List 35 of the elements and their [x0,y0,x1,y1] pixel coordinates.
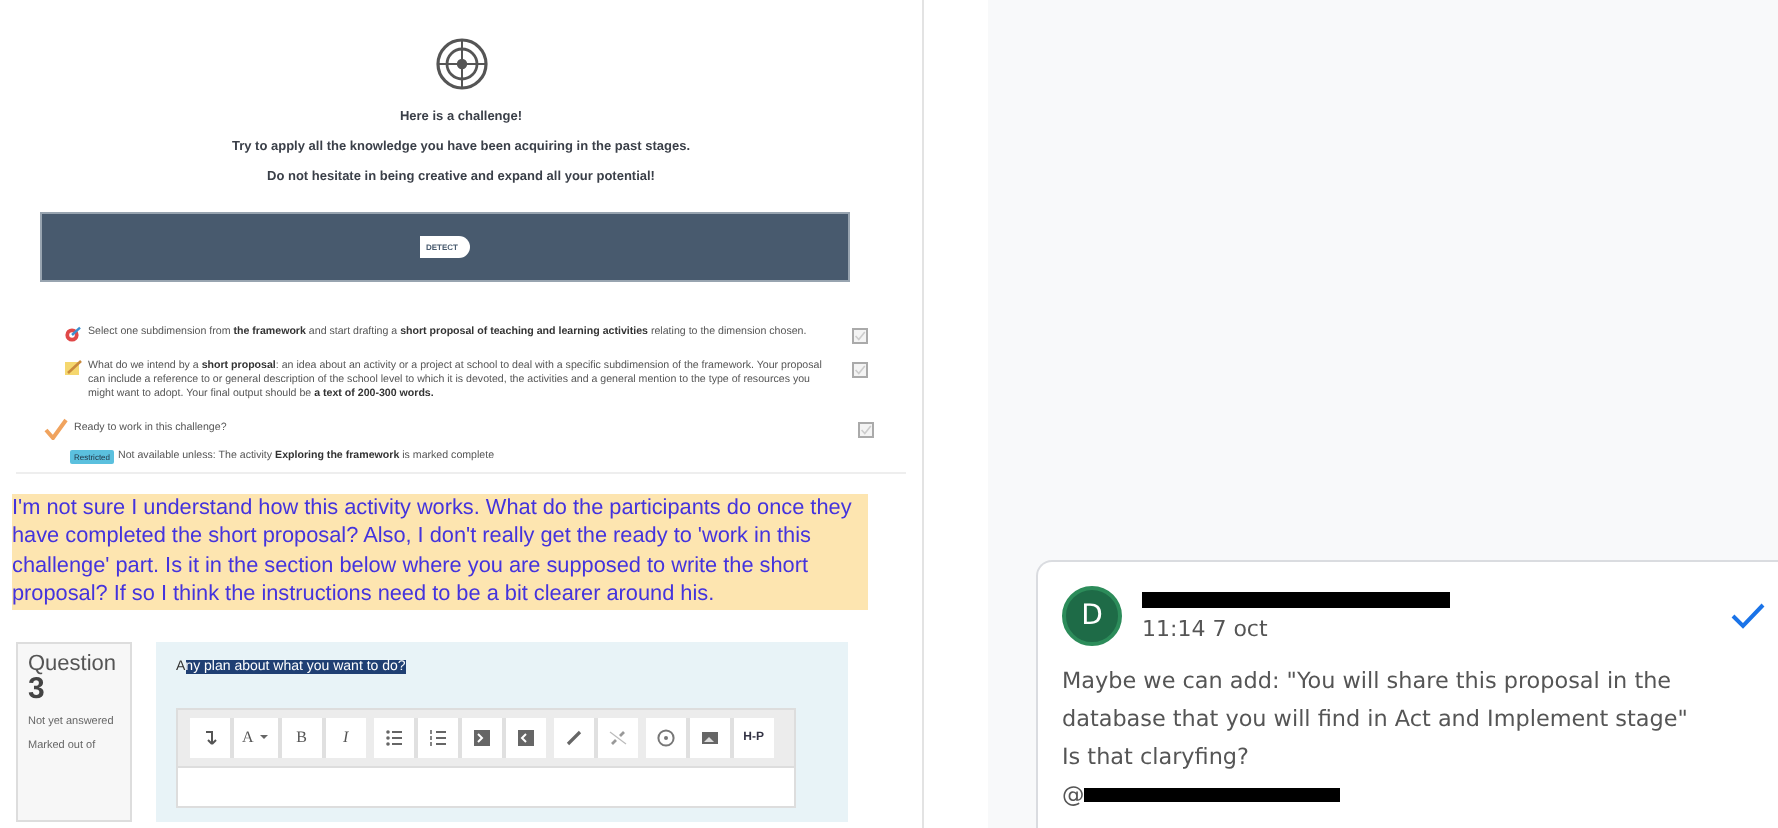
outdent-icon [515,727,536,748]
pencil-note-icon [64,360,82,376]
toolbar-button[interactable] [461,717,502,758]
toolbar-button[interactable]: A [234,717,278,758]
toolbar-button[interactable]: B [281,717,322,758]
toolbar-button[interactable] [553,717,594,758]
comment-text: database that you will find in Act and Implement stage" [1062,704,1690,736]
completion-checkbox[interactable] [852,362,868,378]
question-label: Question [28,653,119,676]
target-icon [435,38,487,90]
toolbar-button[interactable] [190,717,230,758]
check-icon [44,418,68,440]
comment-text: Maybe we can add: "You will share this proposal in the [1062,666,1674,698]
toolbar-button[interactable] [645,717,686,758]
completion-checkbox[interactable] [858,422,874,438]
comment-time: 11:14 7 oct [1142,615,1270,641]
comment-text: Is that claryfing? [1062,742,1251,774]
avatar: D [1062,586,1122,646]
toolbar-button[interactable] [689,717,730,758]
toolbar-button[interactable] [417,717,458,758]
highlighted-comment: I'm not sure I understand how this activity works. What do the participants do once they have completed the short proposal? Also, I don't really get the ready to 'work in this challenge' part. Is it in the section below where you are supposed to write the short proposal? If so I think the instructions need to be a bit clearer around his. [12,494,868,610]
toolbar-button[interactable] [505,717,546,758]
mention-sign: @ [1062,780,1085,812]
bullet-list-icon [383,727,404,748]
image-icon [699,727,720,748]
caret-icon [257,732,270,743]
indent-icon [471,727,492,748]
paragraph-icon [200,727,220,748]
question-number: 3 [28,675,45,704]
resolve-check-icon[interactable] [1730,602,1766,630]
toolbar-button[interactable] [373,717,414,758]
toolbar-button[interactable]: I [325,717,366,758]
completion-checkbox[interactable] [852,328,868,344]
dart-icon [64,326,82,342]
numbered-list-icon [427,727,448,748]
